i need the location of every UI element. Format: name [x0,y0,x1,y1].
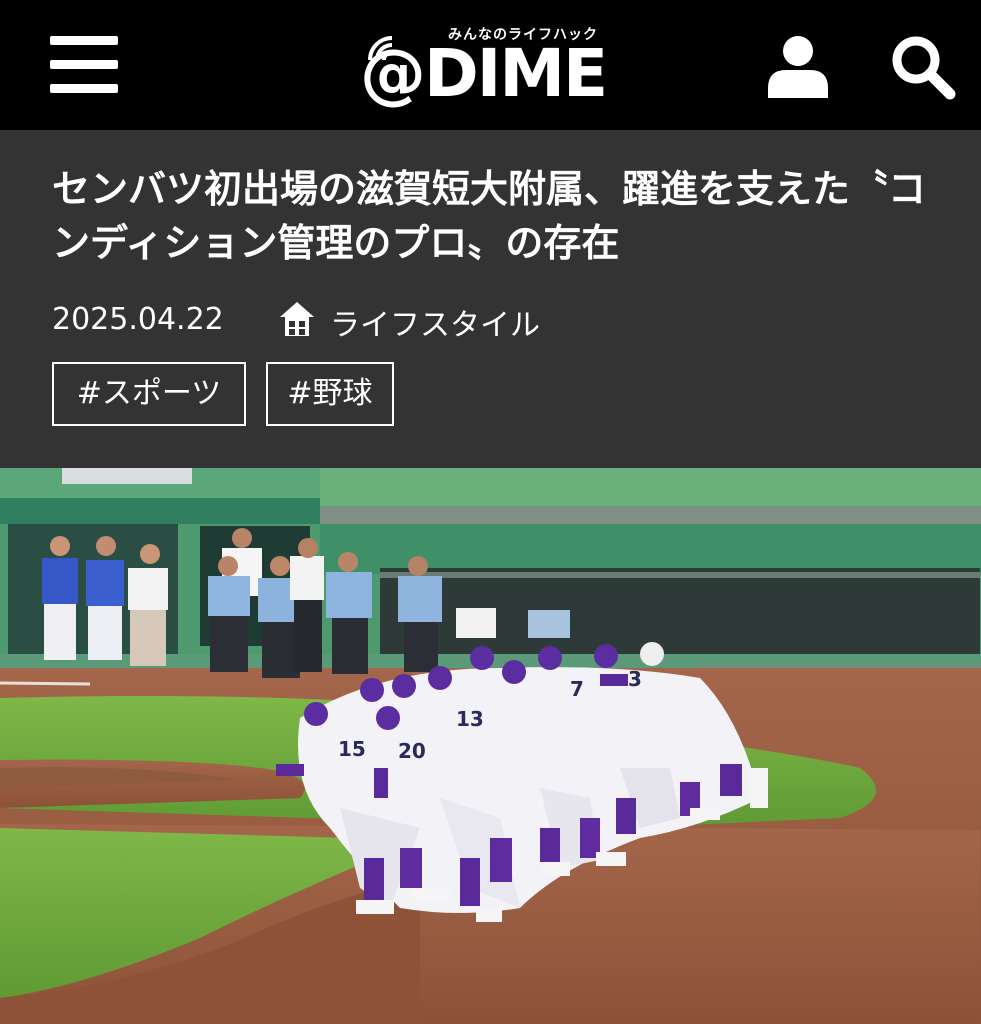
site-logo[interactable]: みんなのライフハック @DIME [360,20,630,115]
user-icon [768,36,828,98]
article-header: センバツ初出場の滋賀短大附属、躍進を支えた〝コンディション管理のプロ〟の存在 2… [0,130,981,468]
menu-button[interactable] [50,36,120,96]
svg-text:15: 15 [338,737,366,761]
article-title: センバツ初出場の滋賀短大附属、躍進を支えた〝コンディション管理のプロ〟の存在 [52,167,927,265]
hamburger-menu-icon-bar [50,84,118,93]
house-icon [280,302,314,336]
tag-sports[interactable]: #スポーツ [52,362,246,426]
hamburger-menu-icon [50,36,118,45]
article-meta: 2025.04.22 ライフスタイル [52,296,932,343]
logo-text: @DIME [360,35,608,112]
publish-date: 2025.04.22 [52,302,224,337]
svg-text:13: 13 [456,707,484,731]
hamburger-menu-icon-bar [50,60,118,69]
category-label: ライフスタイル [330,308,540,343]
search-button[interactable] [890,34,956,100]
article-photo: 15 20 13 7 3 [0,468,981,1024]
search-icon [892,36,956,100]
user-button[interactable] [766,34,830,98]
svg-text:20: 20 [398,739,426,763]
site-header: みんなのライフハック @DIME [0,0,981,130]
svg-text:7: 7 [570,677,584,701]
svg-text:3: 3 [628,667,642,691]
tag-baseball[interactable]: #野球 [266,362,394,426]
baseball-team-photo: 15 20 13 7 3 [0,468,981,1024]
